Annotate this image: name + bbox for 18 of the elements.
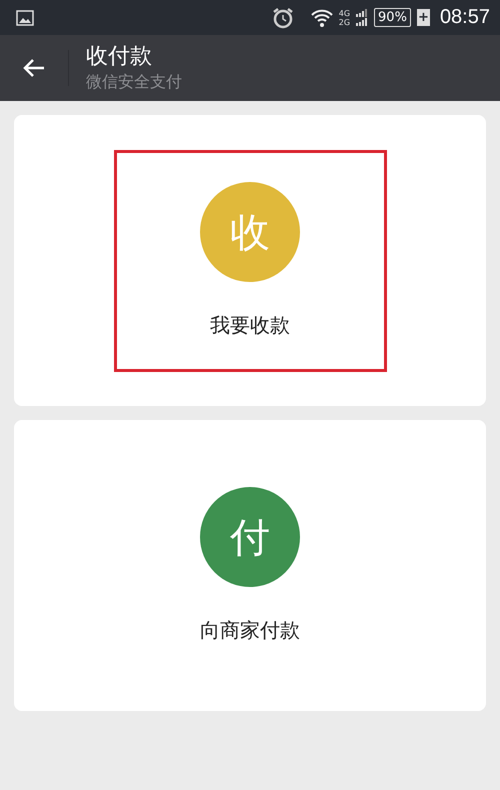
battery-level: 90% <box>374 8 411 27</box>
alarm-icon <box>270 6 295 30</box>
charging-indicator: + <box>416 9 430 26</box>
signal-icon <box>356 8 368 26</box>
network-label: 2G <box>338 18 350 26</box>
option-label: 我要收款 <box>210 312 290 339</box>
image-icon <box>16 10 34 26</box>
option-badge: 付 <box>200 487 300 587</box>
wifi-icon <box>310 8 333 28</box>
page-subtitle: 微信安全支付 <box>86 71 182 93</box>
page-title: 收付款 <box>86 43 153 71</box>
network-label: 4G <box>338 8 350 18</box>
option-badge: 收 <box>200 182 300 282</box>
back-arrow-icon <box>22 58 46 78</box>
payment-option[interactable]: 付 向商家付款 <box>114 454 386 676</box>
option-label: 向商家付款 <box>200 617 300 644</box>
clock: 08:57 <box>440 6 490 29</box>
payment-option[interactable]: 收 我要收款 <box>114 150 386 372</box>
